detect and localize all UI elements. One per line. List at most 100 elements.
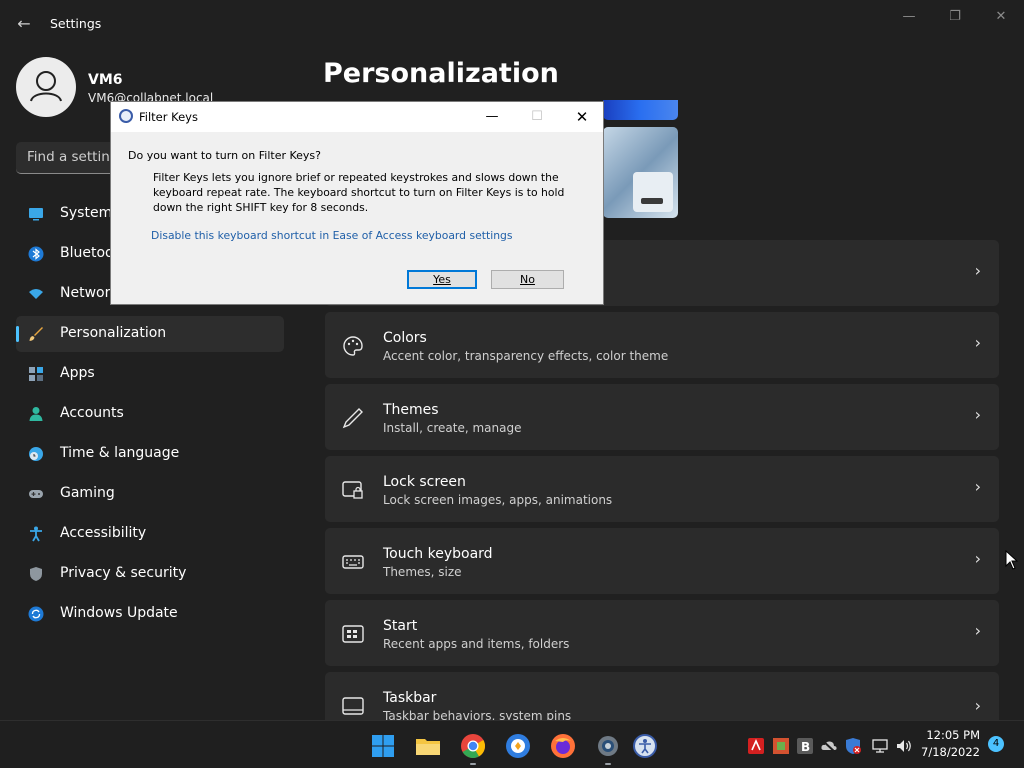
no-button-label: No <box>520 273 535 286</box>
chevron-right-icon: › <box>974 621 981 640</box>
wallpaper-preview-thumbnail[interactable] <box>603 127 678 218</box>
card-subtitle: Install, create, manage <box>383 421 522 435</box>
gamepad-icon <box>29 490 43 498</box>
palette-icon <box>343 336 363 356</box>
no-button[interactable]: No <box>491 270 564 289</box>
pen-icon <box>342 408 363 429</box>
keyboard-icon <box>342 555 364 569</box>
sidebar-item-label: Accounts <box>60 405 124 421</box>
sidebar-item-label: Accessibility <box>60 525 147 541</box>
sidebar-item-gaming[interactable]: Gaming <box>16 476 284 512</box>
app-title: Settings <box>50 16 102 31</box>
mouse-cursor-icon <box>1005 550 1019 570</box>
bluetooth-icon <box>28 246 44 262</box>
sidebar-item-time-language[interactable]: Time & language <box>16 436 284 472</box>
sidebar-item-accounts[interactable]: Accounts <box>16 396 284 432</box>
lock-screen-card[interactable]: Lock screen Lock screen images, apps, an… <box>325 456 999 522</box>
chevron-right-icon: › <box>974 477 981 496</box>
card-title: Themes <box>383 402 439 418</box>
sidebar-item-label: Privacy & security <box>60 565 187 581</box>
theme-preview-thumbnail[interactable] <box>603 100 678 120</box>
card-subtitle: Themes, size <box>383 565 462 579</box>
colors-card[interactable]: Colors Accent color, transparency effect… <box>325 312 999 378</box>
avira-icon[interactable] <box>747 737 765 755</box>
settings-gear-icon[interactable] <box>595 733 621 759</box>
chevron-right-icon: › <box>974 333 981 352</box>
card-title: Start <box>383 618 418 634</box>
yes-button[interactable]: Yes <box>407 270 477 289</box>
sidebar-item-label: System <box>60 205 113 221</box>
card-title: Colors <box>383 330 427 346</box>
lock-screen-icon <box>342 481 363 499</box>
dialog-maximize-button: ☐ <box>531 109 543 124</box>
notification-badge[interactable]: 4 <box>988 736 1004 752</box>
card-title: Taskbar <box>383 690 437 706</box>
chevron-right-icon: › <box>974 405 981 424</box>
page-title: Personalization <box>323 58 559 89</box>
clock-time[interactable]: 12:05 PM <box>926 728 980 742</box>
card-title: Touch keyboard <box>383 546 493 562</box>
dialog-minimize-button[interactable]: — <box>477 106 507 128</box>
svg-text:B: B <box>801 740 810 754</box>
sidebar-item-windows-update[interactable]: Windows Update <box>16 596 284 632</box>
apps-icon <box>29 367 43 381</box>
sidebar-item-label: Windows Update <box>60 605 178 621</box>
accessibility-dialog-icon <box>119 109 133 123</box>
accessibility-app-icon[interactable] <box>632 733 658 759</box>
dialog-question: Do you want to turn on Filter Keys? <box>128 149 321 162</box>
search-placeholder: Find a setting <box>27 149 119 165</box>
back-arrow-icon[interactable]: ← <box>14 12 34 36</box>
update-icon <box>28 606 44 622</box>
chevron-right-icon: › <box>974 549 981 568</box>
running-indicator <box>605 763 611 765</box>
shield-icon <box>30 567 42 581</box>
person-icon <box>29 407 43 421</box>
windows-start-icon[interactable] <box>370 733 396 759</box>
b-app-icon[interactable]: B <box>796 737 814 755</box>
dialog-close-button[interactable]: ✕ <box>567 106 597 128</box>
window-maximize-button[interactable]: ❐ <box>940 6 970 28</box>
taskbar: B 12:05 PM 7/18/2022 4 <box>0 720 1024 768</box>
sidebar-item-label: Time & language <box>60 445 180 461</box>
accessibility-icon <box>30 526 42 542</box>
yes-button-label: Yes <box>433 273 451 286</box>
dialog-title: Filter Keys <box>139 110 198 124</box>
file-explorer-icon[interactable] <box>415 733 441 759</box>
network-icon[interactable] <box>871 737 889 755</box>
themes-card[interactable]: Themes Install, create, manage › <box>325 384 999 450</box>
office-icon[interactable] <box>772 737 790 755</box>
card-subtitle: Recent apps and items, folders <box>383 637 570 651</box>
volume-icon[interactable] <box>895 737 913 755</box>
card-subtitle: Accent color, transparency effects, colo… <box>383 349 669 363</box>
globe-clock-icon <box>29 447 43 461</box>
taskbar-icon <box>342 697 364 715</box>
cloud-offline-icon[interactable] <box>820 737 838 755</box>
user-name: VM6 <box>88 72 123 88</box>
touch-keyboard-card[interactable]: Touch keyboard Themes, size › <box>325 528 999 594</box>
chevron-right-icon: › <box>974 696 981 715</box>
firefox-icon[interactable] <box>550 733 576 759</box>
brush-icon <box>29 327 43 341</box>
dialog-titlebar[interactable]: Filter Keys — ☐ ✕ <box>111 102 603 132</box>
defender-icon[interactable] <box>844 737 862 755</box>
running-indicator <box>470 763 476 765</box>
sidebar-item-label: Personalization <box>60 325 167 341</box>
disable-shortcut-link[interactable]: Disable this keyboard shortcut in Ease o… <box>151 229 513 242</box>
monitor-icon <box>29 208 43 221</box>
chevron-right-icon: › <box>974 261 981 280</box>
start-card[interactable]: Start Recent apps and items, folders › <box>325 600 999 666</box>
brave-icon[interactable] <box>505 733 531 759</box>
filter-keys-dialog: Filter Keys — ☐ ✕ Do you want to turn on… <box>110 101 604 305</box>
window-close-button[interactable]: ✕ <box>986 6 1016 28</box>
dialog-body-text: Filter Keys lets you ignore brief or rep… <box>153 171 565 214</box>
taskbar-preview <box>633 172 673 212</box>
sidebar-item-privacy[interactable]: Privacy & security <box>16 556 284 592</box>
taskbar-card[interactable]: Taskbar Taskbar behaviors, system pins › <box>325 672 999 723</box>
sidebar-item-apps[interactable]: Apps <box>16 356 284 392</box>
sidebar-item-personalization[interactable]: Personalization <box>16 316 284 352</box>
sidebar-item-accessibility[interactable]: Accessibility <box>16 516 284 552</box>
window-minimize-button[interactable]: — <box>894 6 924 28</box>
clock-date[interactable]: 7/18/2022 <box>921 745 980 759</box>
chrome-icon[interactable] <box>460 733 486 759</box>
avatar[interactable] <box>16 57 76 117</box>
